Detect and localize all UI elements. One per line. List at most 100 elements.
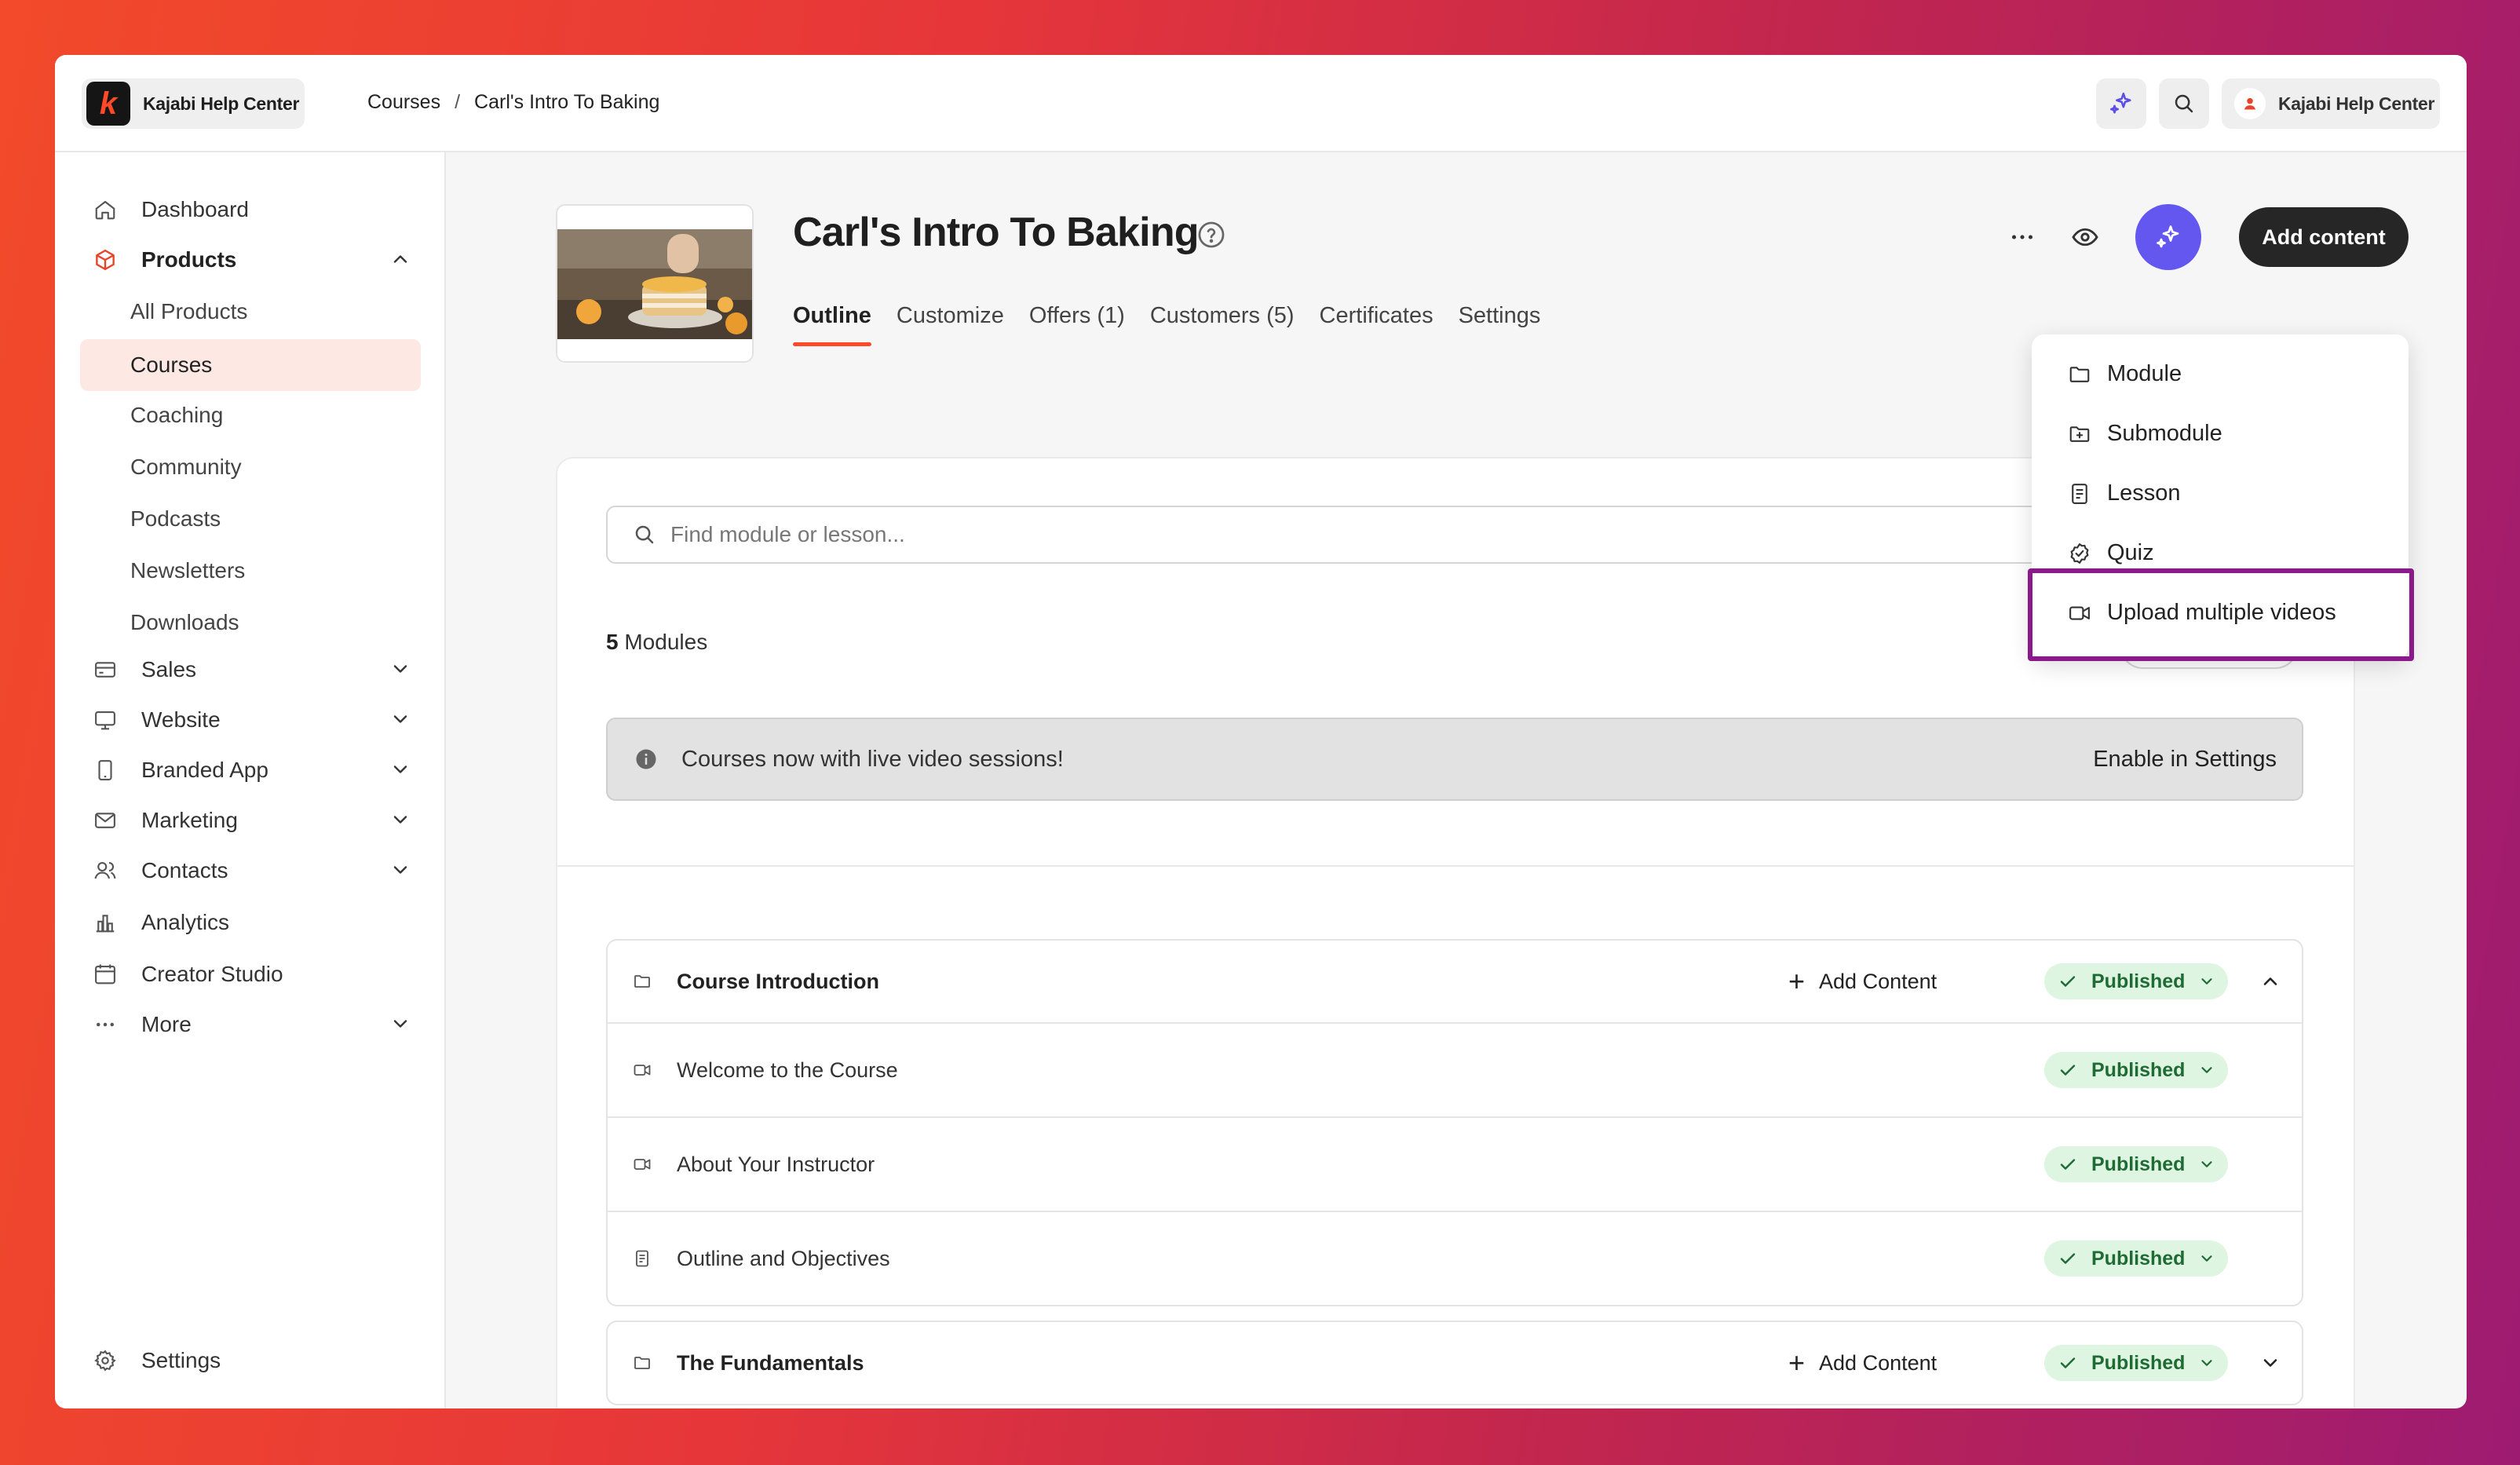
add-content-button[interactable]: Add content	[2239, 207, 2409, 267]
gear-icon	[91, 1346, 119, 1375]
status-dropdown[interactable]: Published	[2044, 1146, 2228, 1182]
module-row[interactable]: Course Introduction + Add Content Publish…	[608, 941, 2302, 1022]
menu-item-quiz[interactable]: Quiz	[2066, 540, 2154, 566]
chevron-down-icon	[393, 715, 407, 723]
sidebar-item-podcasts[interactable]: Podcasts	[80, 495, 421, 543]
module-row[interactable]: The Fundamentals + Add Content Published	[608, 1322, 2302, 1404]
status-dropdown[interactable]: Published	[2044, 1052, 2228, 1088]
sidebar-item-downloads[interactable]: Downloads	[80, 598, 421, 647]
lesson-row[interactable]: Welcome to the Course Published	[608, 1022, 2302, 1116]
lesson-row[interactable]: About Your Instructor Published	[608, 1116, 2302, 1211]
modules-count: 5 Modules	[606, 630, 707, 655]
info-icon	[636, 749, 656, 769]
tab-customers[interactable]: Customers (5)	[1150, 303, 1295, 346]
tab-settings[interactable]: Settings	[1459, 303, 1541, 346]
sidebar-item-label: All Products	[130, 299, 248, 323]
status-badge: Published	[2091, 1247, 2186, 1270]
document-icon	[631, 1249, 653, 1268]
tab-outline[interactable]: Outline	[793, 303, 871, 346]
brand-name: Kajabi Help Center	[143, 93, 300, 114]
sidebar-item-products[interactable]: Products	[80, 236, 421, 284]
sidebar-item-marketing[interactable]: Marketing	[80, 796, 421, 845]
menu-item-module[interactable]: Module	[2066, 361, 2182, 387]
menu-item-upload-multiple-videos[interactable]: Upload multiple videos	[2066, 600, 2336, 626]
folder-icon	[2066, 363, 2093, 386]
search-icon	[635, 525, 654, 544]
menu-item-label: Upload multiple videos	[2107, 600, 2336, 625]
tab-customize[interactable]: Customize	[897, 303, 1004, 346]
checkmark-icon	[2060, 1159, 2076, 1170]
users-icon	[91, 857, 119, 885]
more-options-icon[interactable]	[2008, 223, 2036, 251]
page-title: Carl's Intro To Baking	[793, 210, 1200, 255]
calendar-icon	[91, 960, 119, 988]
monitor-icon	[91, 706, 119, 734]
ai-assistant-button[interactable]	[2096, 79, 2146, 129]
status-badge: Published	[2091, 1153, 2186, 1175]
brand-switcher[interactable]: k Kajabi Help Center	[82, 79, 305, 129]
breadcrumb-courses-link[interactable]: Courses	[367, 91, 440, 114]
bar-chart-icon	[91, 908, 119, 937]
status-badge: Published	[2091, 1351, 2186, 1374]
cube-icon	[91, 246, 119, 274]
sidebar-item-sales[interactable]: Sales	[80, 645, 421, 694]
sidebar-item-courses[interactable]: Courses	[80, 339, 421, 391]
sparkle-icon	[2157, 225, 2179, 248]
chevron-down-icon	[393, 665, 407, 673]
avatar	[2234, 88, 2266, 119]
sidebar-item-branded-app[interactable]: Branded App	[80, 746, 421, 795]
user-icon	[2244, 97, 2256, 110]
checkmark-icon	[2060, 1253, 2076, 1264]
folder-icon	[631, 972, 653, 991]
chevron-down-icon[interactable]	[2259, 1352, 2281, 1374]
chevron-down-icon	[393, 816, 407, 824]
sidebar-item-newsletters[interactable]: Newsletters	[80, 546, 421, 595]
sidebar-item-coaching[interactable]: Coaching	[80, 391, 421, 440]
add-content-menu: Module Submodule Lesson Quiz Upload mult…	[2032, 334, 2409, 659]
search-input[interactable]	[670, 522, 2084, 547]
lesson-row[interactable]: Outline and Objectives Published	[608, 1211, 2302, 1305]
sidebar-item-all-products[interactable]: All Products	[80, 287, 421, 336]
status-dropdown[interactable]: Published	[2044, 1240, 2228, 1277]
help-circle-icon[interactable]	[1196, 220, 1226, 250]
lesson-title: About Your Instructor	[677, 1152, 875, 1176]
sidebar-item-label: Community	[130, 455, 242, 479]
sidebar-item-settings[interactable]: Settings	[80, 1336, 421, 1385]
sidebar: Dashboard Products All Products Courses …	[55, 152, 446, 1408]
sparkle-icon	[2109, 92, 2131, 114]
global-search-button[interactable]	[2159, 79, 2209, 129]
menu-item-lesson[interactable]: Lesson	[2066, 480, 2181, 506]
add-content-link[interactable]: + Add Content	[1788, 1346, 1937, 1379]
add-content-link[interactable]: + Add Content	[1788, 965, 1937, 998]
chevron-up-icon[interactable]	[2259, 970, 2281, 992]
menu-item-submodule[interactable]: Submodule	[2066, 421, 2222, 447]
status-dropdown[interactable]: Published	[2044, 963, 2228, 999]
ai-generate-button[interactable]	[2135, 204, 2201, 270]
sidebar-item-community[interactable]: Community	[80, 443, 421, 491]
sidebar-item-creator-studio[interactable]: Creator Studio	[80, 950, 421, 999]
breadcrumb-current: Carl's Intro To Baking	[474, 91, 660, 113]
account-menu[interactable]: Kajabi Help Center	[2222, 79, 2440, 129]
status-badge: Published	[2091, 1058, 2186, 1081]
menu-item-label: Quiz	[2107, 540, 2154, 565]
course-thumbnail[interactable]	[556, 204, 754, 363]
search-icon	[2175, 94, 2193, 113]
sidebar-item-website[interactable]: Website	[80, 696, 421, 744]
tab-offers[interactable]: Offers (1)	[1029, 303, 1125, 346]
status-dropdown[interactable]: Published	[2044, 1345, 2228, 1381]
mobile-phone-icon	[91, 756, 119, 784]
sidebar-item-dashboard[interactable]: Dashboard	[80, 185, 421, 234]
sidebar-item-more[interactable]: More	[80, 1000, 421, 1049]
sidebar-item-analytics[interactable]: Analytics	[80, 898, 421, 947]
enable-in-settings-link[interactable]: Enable in Settings	[2093, 747, 2277, 773]
eye-preview-icon[interactable]	[2071, 223, 2099, 251]
checkmark-icon	[2060, 1065, 2076, 1076]
sidebar-item-contacts[interactable]: Contacts	[80, 846, 421, 895]
sidebar-item-label: More	[141, 1012, 192, 1036]
tab-certificates[interactable]: Certificates	[1320, 303, 1433, 346]
add-content-label: Add Content	[1819, 969, 1937, 993]
top-bar: k Kajabi Help Center Courses / Carl's In…	[55, 55, 2467, 152]
sidebar-item-label: Downloads	[130, 610, 239, 634]
chevron-down-icon	[393, 866, 407, 874]
baking-photo	[557, 206, 752, 361]
